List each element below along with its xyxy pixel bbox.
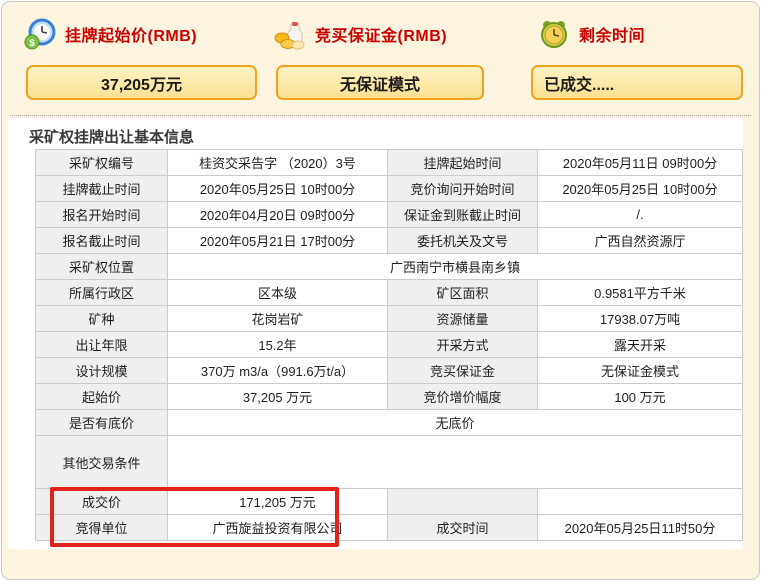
row-value-cell: 花岗岩矿 <box>168 306 388 332</box>
row-label-cell: 成交时间 <box>388 515 538 541</box>
table-row: 采矿权位置 广西南宁市横县南乡镇 <box>36 254 743 280</box>
table-row: 起始价 37,205 万元 竞价增价幅度 100 万元 <box>36 384 743 410</box>
row-label-cell: 资源储量 <box>388 306 538 332</box>
row-value-cell <box>538 489 743 515</box>
table-row: 所属行政区 区本级 矿区面积 0.9581平方千米 <box>36 280 743 306</box>
row-label-cell: 报名截止时间 <box>36 228 168 254</box>
row-value-cell: 无底价 <box>168 410 743 436</box>
row-value-cell: 37,205 万元 <box>168 384 388 410</box>
row-label-cell: 成交价 <box>36 489 168 515</box>
row-label-cell: 矿种 <box>36 306 168 332</box>
table-row: 矿种 花岗岩矿 资源储量 17938.07万吨 <box>36 306 743 332</box>
row-value-cell: 0.9581平方千米 <box>538 280 743 306</box>
row-label-cell: 竞价增价幅度 <box>388 384 538 410</box>
row-value-cell: 露天开采 <box>538 332 743 358</box>
row-label-cell: 是否有底价 <box>36 410 168 436</box>
mining-rights-info-table: 采矿权编号 桂资交采告字 （2020）3号 挂牌起始时间 2020年05月11日… <box>35 149 743 541</box>
section-title: 采矿权挂牌出让基本信息 <box>29 126 194 147</box>
row-value-cell: 广西南宁市横县南乡镇 <box>168 254 743 280</box>
row-label-cell: 报名开始时间 <box>36 202 168 228</box>
deposit-value-box: 无保证模式 <box>276 65 484 100</box>
stat-label: 挂牌起始价(RMB) <box>65 22 197 46</box>
row-label-cell: 矿区面积 <box>388 280 538 306</box>
row-value-cell: 广西自然资源厅 <box>538 228 743 254</box>
table-row: 成交价 171,205 万元 <box>36 489 743 515</box>
row-label-cell: 竞得单位 <box>36 515 168 541</box>
row-value-cell: /. <box>538 202 743 228</box>
row-value-cell: 100 万元 <box>538 384 743 410</box>
basic-info-section: 采矿权挂牌出让基本信息 采矿权编号 桂资交采告字 （2020）3号 挂牌起始时间… <box>8 118 743 549</box>
price-clock-icon: $ <box>24 18 56 50</box>
row-label-cell: 出让年限 <box>36 332 168 358</box>
row-value-cell: 2020年05月25日11时50分 <box>538 515 743 541</box>
auction-info-panel: $ 挂牌起始价(RMB) 竞买保证金(RMB) <box>1 1 760 580</box>
row-label-cell: 开采方式 <box>388 332 538 358</box>
stat-label: 剩余时间 <box>579 22 645 46</box>
deposit-coins-icon <box>274 18 306 50</box>
svg-text:$: $ <box>29 38 35 49</box>
start-price-value-box: 37,205万元 <box>26 65 257 100</box>
row-label-cell <box>388 489 538 515</box>
row-label-cell: 竞买保证金 <box>388 358 538 384</box>
table-row: 竞得单位 广西旋益投资有限公司 成交时间 2020年05月25日11时50分 <box>36 515 743 541</box>
row-value-cell: 171,205 万元 <box>168 489 388 515</box>
row-label-cell: 保证金到账截止时间 <box>388 202 538 228</box>
row-label-cell: 其他交易条件 <box>36 436 168 489</box>
row-label-cell: 设计规模 <box>36 358 168 384</box>
table-row: 挂牌截止时间 2020年05月25日 10时00分 竞价询问开始时间 2020年… <box>36 176 743 202</box>
row-value-text: 无底价 <box>346 413 564 432</box>
table-row: 出让年限 15.2年 开采方式 露天开采 <box>36 332 743 358</box>
row-label-cell: 所属行政区 <box>36 280 168 306</box>
table-row: 设计规模 370万 m3/a（991.6万t/a） 竞买保证金 无保证金模式 <box>36 358 743 384</box>
row-label-cell: 竞价询问开始时间 <box>388 176 538 202</box>
row-value-cell: 2020年05月11日 09时00分 <box>538 150 743 176</box>
row-value-cell <box>168 436 743 489</box>
row-value-cell: 2020年05月21日 17时00分 <box>168 228 388 254</box>
row-value-cell: 区本级 <box>168 280 388 306</box>
stat-header-deposit: 竞买保证金(RMB) <box>274 17 447 51</box>
row-value-cell: 无保证金模式 <box>538 358 743 384</box>
row-value-cell: 15.2年 <box>168 332 388 358</box>
row-value-cell: 370万 m3/a（991.6万t/a） <box>168 358 388 384</box>
stat-label: 竞买保证金(RMB) <box>315 22 447 46</box>
table-row: 其他交易条件 <box>36 436 743 489</box>
stat-header-start-price: $ 挂牌起始价(RMB) <box>24 17 197 51</box>
row-label-cell: 挂牌起始时间 <box>388 150 538 176</box>
row-label-cell: 起始价 <box>36 384 168 410</box>
row-value-cell: 桂资交采告字 （2020）3号 <box>168 150 388 176</box>
row-label-cell: 委托机关及文号 <box>388 228 538 254</box>
row-label-cell: 采矿权位置 <box>36 254 168 280</box>
table-row: 是否有底价 无底价 <box>36 410 743 436</box>
row-value-cell: 2020年05月25日 10时00分 <box>168 176 388 202</box>
stat-header-time-left: 剩余时间 <box>538 17 645 51</box>
row-value-cell: 2020年05月25日 10时00分 <box>538 176 743 202</box>
table-row: 采矿权编号 桂资交采告字 （2020）3号 挂牌起始时间 2020年05月11日… <box>36 150 743 176</box>
row-label-cell: 挂牌截止时间 <box>36 176 168 202</box>
alarm-clock-icon <box>538 18 570 50</box>
row-value-cell: 2020年04月20日 09时00分 <box>168 202 388 228</box>
table-row: 报名开始时间 2020年04月20日 09时00分 保证金到账截止时间 /. <box>36 202 743 228</box>
dotted-separator <box>10 115 751 116</box>
row-value-cell: 广西旋益投资有限公司 <box>168 515 388 541</box>
row-value-cell: 17938.07万吨 <box>538 306 743 332</box>
row-label-cell: 采矿权编号 <box>36 150 168 176</box>
table-row: 报名截止时间 2020年05月21日 17时00分 委托机关及文号 广西自然资源… <box>36 228 743 254</box>
time-left-value-box: 已成交..... <box>531 65 743 100</box>
